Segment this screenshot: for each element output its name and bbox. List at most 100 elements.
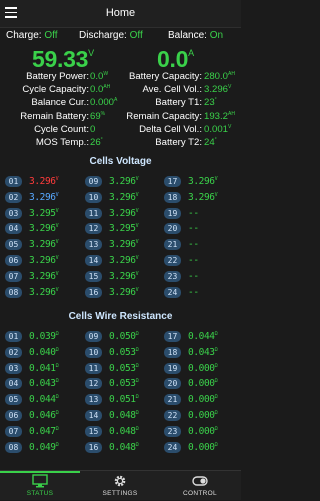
stat-unit: W bbox=[103, 71, 109, 77]
stat-row: Remain Battery: 69% Remain Capacity: 193.2A… bbox=[0, 111, 241, 124]
cell-index-badge: 09 bbox=[85, 331, 102, 342]
stat-number: 24 bbox=[204, 137, 215, 149]
discharge-value: Off bbox=[129, 30, 143, 41]
cell-unit: Ω bbox=[55, 441, 59, 448]
cell-unit: V bbox=[135, 286, 139, 293]
cell-index-badge: 21 bbox=[164, 239, 181, 251]
cell-index-badge: 11 bbox=[85, 362, 102, 374]
charge-label: Charge: bbox=[6, 30, 42, 41]
cell-index-badge: 17 bbox=[164, 176, 181, 187]
stat-label-right: Ave. Cell Vol.: bbox=[142, 84, 202, 96]
cell-unit: Ω bbox=[55, 346, 59, 353]
stat-label-right: Battery T2: bbox=[155, 137, 202, 148]
stat-row: Cycle Count: 0 Delta Cell Vol.: 0.001V bbox=[0, 124, 241, 137]
cell-index-badge: 11 bbox=[85, 207, 102, 219]
cell-number: 0.049 bbox=[29, 441, 56, 453]
stat-row: MOS Temp.: 26° Battery T2: 24° bbox=[0, 137, 241, 150]
stat-value-left: 0 bbox=[90, 124, 95, 135]
cell-value: 0.053Ω bbox=[109, 347, 139, 358]
cell-number: 0.046 bbox=[29, 410, 56, 422]
cell-unit: V bbox=[135, 223, 139, 230]
stat-value-right: 23° bbox=[204, 97, 217, 108]
cell-number: -- bbox=[188, 239, 199, 251]
cell-value: 0.039Ω bbox=[29, 331, 59, 342]
balance-status[interactable]: Balance: On bbox=[168, 30, 223, 41]
tab-settings[interactable]: SETTINGS bbox=[80, 471, 160, 501]
cell-index-badge: 20 bbox=[164, 223, 181, 235]
cell-value: 0.048Ω bbox=[109, 442, 139, 453]
cell-unit: Ω bbox=[214, 394, 218, 401]
cell-value: 3.296V bbox=[109, 207, 139, 219]
cell-value: 0.053Ω bbox=[109, 362, 139, 374]
switch-status-row: Charge: Off Discharge: Off Balance: On bbox=[0, 30, 241, 46]
stat-label-left: MOS Temp.: bbox=[35, 137, 89, 148]
cell-number: 3.296 bbox=[188, 176, 215, 188]
cell-unit: Ω bbox=[55, 410, 59, 416]
cell-index-badge: 09 bbox=[85, 176, 102, 187]
cell-value: 0.043Ω bbox=[188, 346, 218, 358]
cell-value: 3.296V bbox=[188, 176, 218, 188]
cell-number: 3.296 bbox=[29, 223, 56, 235]
cell-number: 3.295 bbox=[109, 223, 136, 235]
stat-number: 0.001 bbox=[204, 123, 229, 135]
cell-unit: V bbox=[214, 191, 218, 198]
cell-value: 3.296V bbox=[29, 239, 59, 251]
cell-number: 0.051 bbox=[109, 394, 136, 406]
tab-status[interactable]: STATUS bbox=[0, 471, 80, 501]
cell-number: 3.295 bbox=[29, 207, 56, 219]
cell-index-badge: 21 bbox=[164, 394, 181, 406]
cell-number: 3.296 bbox=[109, 239, 136, 251]
cell-number: 3.296 bbox=[188, 191, 215, 203]
cell-number: 0.000 bbox=[188, 362, 215, 374]
stat-label-left: Cycle Capacity: bbox=[22, 84, 89, 96]
stat-value-left: 69% bbox=[90, 111, 105, 122]
cell-unit: Ω bbox=[135, 378, 139, 385]
tab-control[interactable]: CONTROL bbox=[160, 471, 240, 501]
cell-number: 0.043 bbox=[188, 346, 215, 358]
cell-index-badge: 13 bbox=[85, 239, 102, 251]
cell-index-badge: 23 bbox=[164, 270, 181, 282]
cell-index-badge: 15 bbox=[85, 425, 102, 437]
cell-unit: Ω bbox=[135, 362, 139, 369]
cell-value: 0.047Ω bbox=[29, 426, 59, 437]
cell-index-badge: 01 bbox=[5, 331, 22, 342]
stat-value-right: 193.2AH bbox=[204, 111, 235, 122]
cell-unit: Ω bbox=[214, 378, 218, 385]
cell-value: 0.050Ω bbox=[109, 331, 139, 342]
cell-unit: V bbox=[55, 270, 59, 277]
cell-index-badge: 04 bbox=[5, 223, 22, 235]
cell-value: 3.296V bbox=[188, 191, 218, 203]
cell-index-badge: 17 bbox=[164, 331, 181, 342]
cell-value: 3.296V bbox=[109, 286, 139, 298]
cell-index-badge: 06 bbox=[5, 255, 22, 266]
discharge-status[interactable]: Discharge: Off bbox=[79, 30, 143, 41]
charge-status[interactable]: Charge: Off bbox=[6, 30, 58, 41]
stat-number: 0.000 bbox=[90, 97, 115, 109]
stat-row: Balance Cur.: 0.000A Battery T1: 23° bbox=[0, 97, 241, 110]
cell-number: 3.296 bbox=[109, 207, 136, 219]
cell-number: 3.296 bbox=[29, 286, 56, 298]
cell-value: 3.296V bbox=[109, 239, 139, 251]
cell-index-badge: 05 bbox=[5, 394, 22, 406]
cell-unit: V bbox=[135, 270, 139, 277]
cell-unit: Ω bbox=[214, 425, 218, 432]
cell-value: 0.000Ω bbox=[188, 378, 218, 389]
stat-number: 23 bbox=[204, 97, 215, 109]
stat-unit: ° bbox=[214, 97, 217, 104]
cell-value: 0.000Ω bbox=[188, 442, 218, 453]
stat-number: 69 bbox=[90, 110, 101, 122]
cell-value: -- bbox=[188, 239, 199, 250]
stat-label-left: Remain Battery: bbox=[20, 110, 89, 122]
stat-number: 193.2 bbox=[204, 110, 229, 122]
cell-unit: Ω bbox=[214, 346, 218, 353]
cell-number: 3.296 bbox=[29, 239, 56, 251]
cell-value: 0.044Ω bbox=[29, 394, 59, 405]
stat-value-right: 280.0AH bbox=[204, 71, 235, 82]
cell-number: 3.296 bbox=[29, 176, 56, 188]
monitor-icon bbox=[32, 474, 48, 488]
tab-settings-label: SETTINGS bbox=[102, 490, 138, 497]
cell-index-badge: 16 bbox=[85, 441, 102, 453]
cell-number: 3.296 bbox=[29, 255, 56, 267]
stat-number: 3.296 bbox=[204, 84, 229, 96]
cells-resistance-title: Cells Wire Resistance bbox=[68, 311, 173, 322]
